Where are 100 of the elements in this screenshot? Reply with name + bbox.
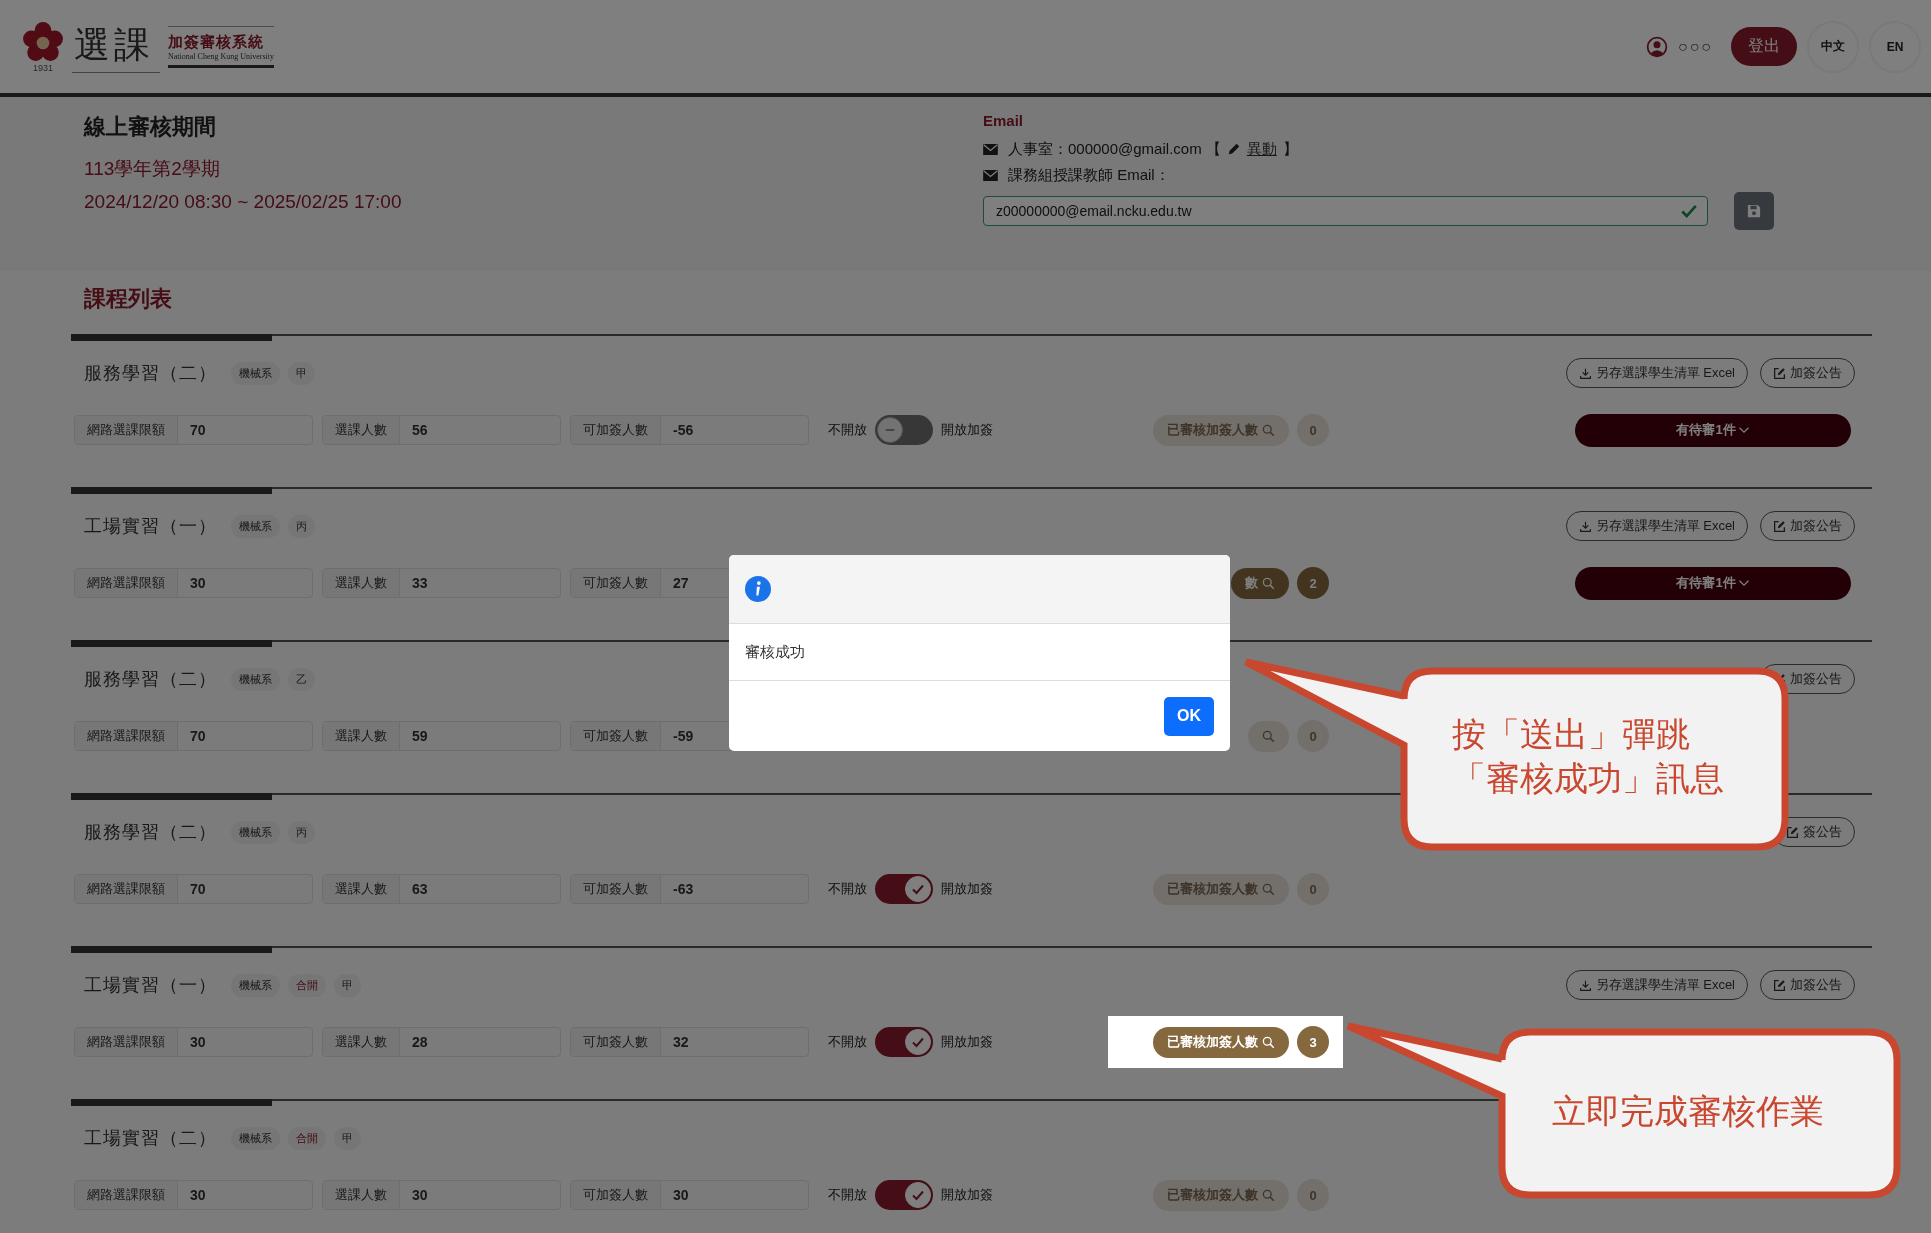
field-label: 可加簽人數 [571,416,661,444]
callout-text: 立即完成審核作業 [1552,1091,1824,1132]
field-label: 可加簽人數 [571,875,661,903]
field-label: 可加簽人數 [571,569,661,597]
reviewed-count-button[interactable]: 數 [1231,567,1289,599]
section-title: 線上審核期間 [84,113,217,141]
open-toggle[interactable] [875,874,933,904]
field-label: 選課人數 [323,875,400,903]
envelope-icon [983,169,998,181]
field-label: 網路選課限額 [75,416,178,444]
field-label: 網路選課限額 [75,1181,178,1209]
course-tag: 機械系 [231,667,280,691]
toggle-on-label: 開放加簽 [941,421,993,439]
course-tag: 甲 [334,1126,361,1150]
term-label: 113學年第2學期 [84,157,221,181]
count-badge: 0 [1297,414,1329,446]
course-tag: 丙 [288,514,315,538]
date-range: 2024/12/20 08:30 ~ 2025/02/25 17:00 [84,191,403,213]
edit-icon [1773,519,1786,533]
search-icon [1262,423,1275,437]
course-tag: 合開 [288,973,326,997]
reviewed-count-button[interactable]: 已審核加簽人數 [1153,1026,1289,1058]
field-value: 63 [411,881,428,897]
field-value: 56 [411,422,428,438]
reviewed-count-button[interactable]: 已審核加簽人數 [1153,873,1289,905]
edit-icon [1786,825,1799,839]
course-tag: 機械系 [231,514,280,538]
bracket-text: 】 [1282,139,1298,159]
user-name: ○○○ [1678,37,1713,56]
email-field[interactable]: z00000000@email.ncku.edu.tw [983,196,1708,226]
reviewed-count-button[interactable] [1248,720,1289,752]
count-badge: 3 [1297,1026,1329,1058]
field-value: 33 [411,575,428,591]
university-name: National Cheng Kung University [168,51,274,61]
course-tag: 甲 [288,361,315,385]
count-badge: 2 [1297,567,1329,599]
ok-button[interactable]: OK [1164,696,1214,736]
logo-title: 選課 [72,20,160,73]
course-name: 服務學習（二） [84,362,217,385]
pending-review-button[interactable]: 有待審1件 [1575,566,1851,600]
search-icon [1262,576,1275,590]
field-label: 網路選課限額 [75,722,178,750]
email-heading: Email [983,112,1025,129]
course-tag: 乙 [288,667,315,691]
field-label: 可加簽人數 [571,1181,661,1209]
pending-review-button[interactable]: 有待審1件 [1575,413,1851,447]
save-button[interactable] [1734,192,1774,230]
field-value: 30 [672,1187,689,1203]
count-badge: 0 [1297,1179,1329,1211]
field-label: 網路選課限額 [75,875,178,903]
field-value: 70 [189,881,206,897]
toggle-on-label: 開放加簽 [941,1186,993,1204]
reviewed-count-button[interactable]: 已審核加簽人數 [1153,414,1289,446]
field-value: -59 [672,728,694,744]
course-tag: 機械系 [231,820,280,844]
field-value: 32 [672,1034,689,1050]
open-toggle[interactable] [875,415,933,445]
user-icon [1646,35,1668,58]
field-value: -56 [672,422,694,438]
office-email: 人事室：000000@gmail.com 【 [1008,139,1221,159]
edit-icon [1773,366,1786,380]
field-value: 27 [672,575,689,591]
course-tag: 甲 [334,973,361,997]
field-label: 選課人數 [323,1181,400,1209]
search-icon [1262,882,1275,896]
change-link[interactable]: 異動 [1246,139,1277,159]
field-label: 選課人數 [323,416,400,444]
reviewed-count-button[interactable]: 已審核加簽人數 [1153,1179,1289,1211]
count-badge: 0 [1297,720,1329,752]
field-label: 網路選課限額 [75,1028,178,1056]
download-icon [1578,366,1592,380]
pencil-icon [1226,142,1241,156]
course-name: 服務學習（二） [84,668,217,691]
field-value: 30 [189,1187,206,1203]
field-value: 30 [411,1187,428,1203]
field-label: 選課人數 [323,722,400,750]
flower-logo-icon [22,20,64,63]
language-button[interactable]: 中文 [1807,20,1859,73]
open-toggle[interactable] [875,1180,933,1210]
field-value: 30 [189,575,206,591]
callout-text: 按「送出」彈跳 [1452,714,1690,755]
field-label: 選課人數 [323,1028,400,1056]
field-value: -63 [672,881,694,897]
search-icon [1262,1188,1275,1202]
system-name: 加簽審核系統 [168,32,265,52]
course-tag: 合開 [288,1126,326,1150]
course-tag: 機械系 [231,361,280,385]
course-tag: 丙 [288,820,315,844]
field-label: 可加簽人數 [571,1028,661,1056]
field-label: 網路選課限額 [75,569,178,597]
field-value: 70 [189,728,206,744]
open-toggle[interactable] [875,1027,933,1057]
logo-year: 1931 [33,62,53,73]
course-name: 工場實習（二） [84,1127,217,1150]
envelope-icon [983,143,998,155]
download-icon [1578,519,1592,533]
toggle-off-label: 不開放 [828,421,867,439]
course-tag: 機械系 [231,1126,280,1150]
logout-button[interactable]: 登出 [1731,27,1797,66]
language-button[interactable]: EN [1869,20,1921,73]
